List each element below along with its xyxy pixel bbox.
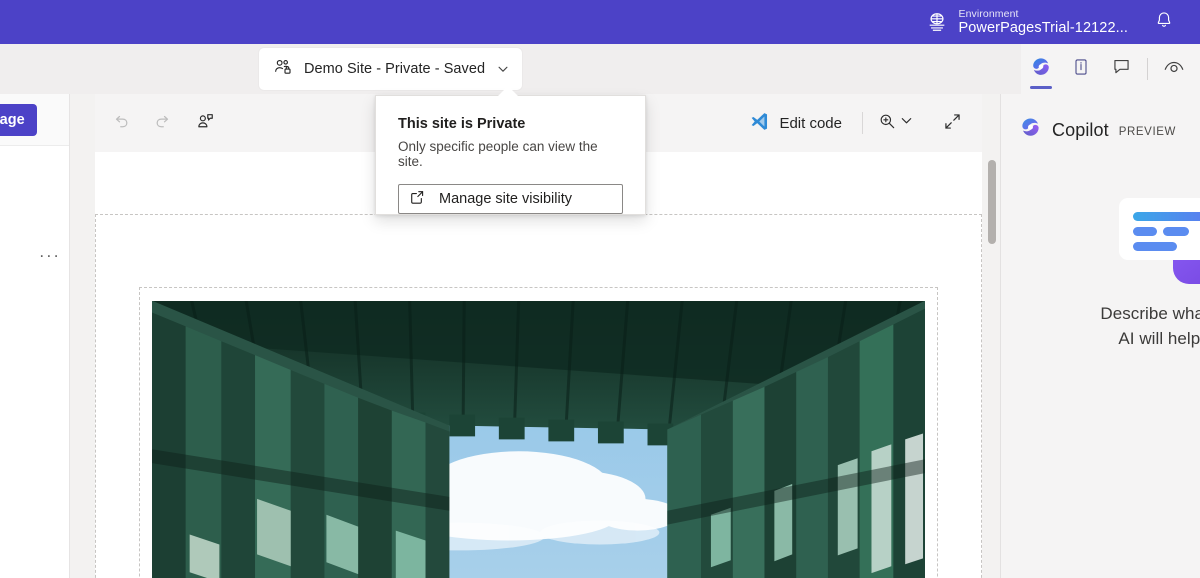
- callout-subtitle: Only specific people can view the site.: [398, 139, 598, 169]
- chat-bubble-icon: [1111, 56, 1132, 82]
- expand-canvas-button[interactable]: [932, 103, 972, 143]
- copilot-preview-badge: PREVIEW: [1118, 126, 1176, 138]
- site-status-pill[interactable]: Demo Site - Private - Saved: [259, 48, 523, 90]
- feedback-button[interactable]: [1101, 44, 1141, 94]
- manage-site-visibility-label: Manage site visibility: [439, 191, 572, 207]
- power-pages-design-studio: Environment PowerPagesTrial-12122... Dem…: [0, 0, 1200, 578]
- hero-image[interactable]: [152, 301, 925, 578]
- copilot-toggle-button[interactable]: [1021, 44, 1061, 94]
- copilot-empty-state: Describe what yo AI will help c: [1001, 302, 1200, 351]
- pages-rail-header: Page: [0, 94, 69, 146]
- suite-bar: Environment PowerPagesTrial-12122...: [0, 0, 1200, 44]
- bell-icon: [1154, 10, 1174, 35]
- shipping-containers-photo: [152, 301, 925, 578]
- site-visibility-callout: This site is Private Only specific peopl…: [375, 95, 646, 215]
- canvas-scrollbar-thumb[interactable]: [988, 160, 996, 244]
- preview-site-button[interactable]: [1154, 44, 1194, 94]
- person-comment-icon: [195, 111, 216, 135]
- eye-preview-icon: [1163, 56, 1185, 83]
- undo-arrow-icon: [111, 112, 131, 135]
- copilot-empty-line-1: Describe what yo: [1100, 304, 1200, 323]
- copilot-chat-bubble-illustration: [1111, 190, 1200, 300]
- callout-pointer: [498, 86, 518, 96]
- redo-button[interactable]: [143, 103, 183, 143]
- copilot-icon: [1030, 56, 1052, 83]
- collaborate-button[interactable]: [185, 103, 225, 143]
- command-bar: Demo Site - Private - Saved: [0, 44, 1200, 94]
- globe-grid-icon: [926, 11, 948, 33]
- pages-rail: Page ...: [0, 94, 70, 578]
- people-lock-icon: [273, 57, 293, 82]
- chevron-down-icon: [496, 62, 510, 76]
- image-component-outline[interactable]: [139, 287, 938, 578]
- environment-indicator[interactable]: Environment PowerPagesTrial-12122...: [926, 8, 1142, 37]
- manage-site-visibility-button[interactable]: Manage site visibility: [398, 184, 623, 214]
- vscode-icon: [749, 111, 770, 135]
- toolbar-divider: [862, 112, 863, 134]
- ellipsis-icon[interactable]: ...: [39, 243, 61, 266]
- command-bar-divider: [1147, 58, 1148, 80]
- copilot-title: Copilot: [1052, 119, 1109, 140]
- environment-text: Environment PowerPagesTrial-12122...: [958, 8, 1128, 37]
- undo-button[interactable]: [101, 103, 141, 143]
- copilot-panel: Copilot PREVIEW Describe wh AI will help: [1000, 94, 1200, 578]
- canvas-toolbar-left: [95, 103, 225, 143]
- copilot-empty-line-2: AI will help c: [1118, 328, 1200, 348]
- copilot-panel-header: Copilot PREVIEW: [1001, 94, 1200, 144]
- info-document-icon: [1071, 57, 1091, 82]
- zoom-control[interactable]: [873, 105, 918, 141]
- open-in-new-icon: [409, 189, 426, 210]
- command-bar-actions: [1021, 44, 1200, 94]
- edit-code-button[interactable]: Edit code: [739, 105, 852, 141]
- page-list-item[interactable]: ...: [0, 236, 69, 272]
- canvas-toolbar-right: Edit code: [739, 103, 982, 143]
- expand-diagonal-arrows-icon: [942, 111, 963, 135]
- edit-code-label: Edit code: [779, 114, 842, 132]
- environment-label: Environment: [958, 7, 1019, 20]
- command-bar-left-region: [0, 44, 255, 94]
- site-info-button[interactable]: [1061, 44, 1101, 94]
- page-section-outline[interactable]: [95, 214, 982, 578]
- callout-title: This site is Private: [398, 116, 526, 132]
- pages-list: ...: [0, 146, 69, 272]
- page-preview-frame: Demo Power Pa: [95, 152, 982, 578]
- copilot-icon: [1019, 116, 1042, 144]
- environment-name: PowerPagesTrial-12122...: [958, 19, 1128, 36]
- zoom-in-icon: [877, 111, 897, 136]
- notifications-button[interactable]: [1142, 0, 1186, 44]
- new-page-button[interactable]: Page: [0, 103, 37, 136]
- site-status-label: Demo Site - Private - Saved: [304, 61, 486, 77]
- command-bar-center-region: Demo Site - Private - Saved: [255, 44, 1021, 94]
- redo-arrow-icon: [153, 112, 173, 135]
- chevron-down-icon: [899, 113, 914, 133]
